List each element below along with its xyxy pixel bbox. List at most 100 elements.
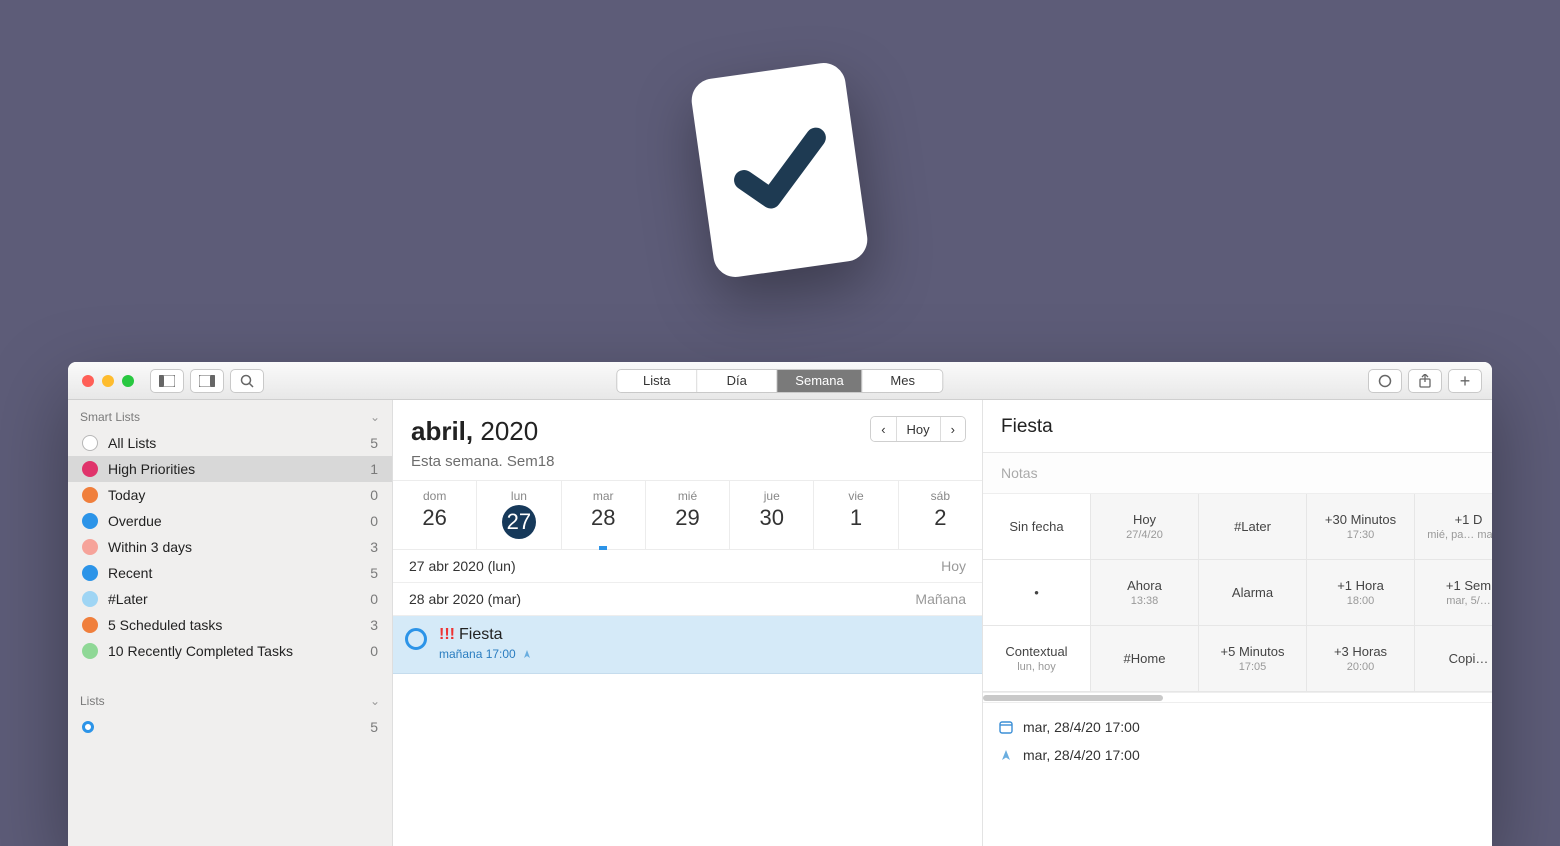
- week-next-button[interactable]: ›: [941, 417, 965, 441]
- chip-title: +5 Minutos: [1221, 644, 1285, 659]
- date-line[interactable]: mar, 28/4/20 17:00: [999, 713, 1476, 741]
- quick-date-chip[interactable]: +1 Hora18:00: [1307, 560, 1415, 626]
- sidebar-item[interactable]: All Lists5: [68, 430, 392, 456]
- date-lines: mar, 28/4/20 17:00mar, 28/4/20 17:00: [983, 703, 1492, 779]
- notes-field[interactable]: Notas: [983, 453, 1492, 494]
- sidebar-item[interactable]: Overdue0: [68, 508, 392, 534]
- window-controls: [82, 375, 134, 387]
- chip-sub: mar, 5/…: [1446, 595, 1491, 607]
- sidebar-item[interactable]: High Priorities1: [68, 456, 392, 482]
- fullscreen-window[interactable]: [122, 375, 134, 387]
- day-number: 29: [646, 505, 729, 531]
- close-window[interactable]: [82, 375, 94, 387]
- week-today-button[interactable]: Hoy: [897, 417, 941, 441]
- add-button[interactable]: +: [1448, 369, 1482, 393]
- sidebar-item-count: 0: [370, 487, 378, 503]
- sidebar-item[interactable]: 5 Scheduled tasks3: [68, 612, 392, 638]
- quick-date-chip[interactable]: Contextuallun, hoy: [983, 626, 1091, 692]
- view-tab-día[interactable]: Día: [697, 370, 777, 392]
- day-number: 26: [393, 505, 476, 531]
- quick-date-chip[interactable]: Sin fecha: [983, 494, 1091, 560]
- chip-sub: 18:00: [1347, 595, 1375, 607]
- chevron-down-icon: ⌄: [370, 694, 380, 708]
- quick-date-chip[interactable]: Hoy 27/4/20: [1091, 494, 1199, 560]
- quick-date-grid: Sin fecha Hoy 27/4/20 #Later+30 Minutos17:3…: [983, 494, 1492, 693]
- quick-date-chip[interactable]: #Later: [1199, 494, 1307, 560]
- sidebar-section-smartlists[interactable]: Smart Lists ⌄: [68, 400, 392, 430]
- chip-title: Hoy: [1133, 512, 1156, 527]
- chip-title: Alarma: [1232, 585, 1273, 600]
- quick-date-chip[interactable]: +5 Minutos17:05: [1199, 626, 1307, 692]
- titlebar: ListaDíaSemanaMes +: [68, 362, 1492, 400]
- sidebar-item[interactable]: Today0: [68, 482, 392, 508]
- chip-sub: 27/4/20: [1126, 529, 1163, 541]
- sidebar-item-label: #Later: [108, 591, 148, 607]
- sidebar-item[interactable]: #Later0: [68, 586, 392, 612]
- chip-title: +1 Sem: [1446, 578, 1491, 593]
- quick-date-chip[interactable]: +3 Horas20:00: [1307, 626, 1415, 692]
- sidebar-toggle-button[interactable]: [150, 369, 184, 393]
- sidebar-right-icon: [199, 375, 215, 387]
- chips-scrollbar[interactable]: [983, 693, 1492, 703]
- quick-date-chip[interactable]: +30 Minutos17:30: [1307, 494, 1415, 560]
- alarm-icon: [1000, 749, 1012, 761]
- chip-title: #Home: [1124, 651, 1166, 666]
- minimize-window[interactable]: [102, 375, 114, 387]
- day-cell[interactable]: vie1: [814, 481, 898, 549]
- day-cell[interactable]: mié29: [646, 481, 730, 549]
- chevron-down-icon: ⌄: [370, 410, 380, 424]
- sidebar-item-label: High Priorities: [108, 461, 195, 477]
- quick-date-chip[interactable]: Ahora13:38: [1091, 560, 1199, 626]
- sidebar-list-item[interactable]: 5: [68, 714, 392, 740]
- quick-date-chip[interactable]: •: [983, 560, 1091, 626]
- quick-date-chip[interactable]: +1 Sem mar, 5/…: [1415, 560, 1492, 626]
- agenda: 27 abr 2020 (lun)Hoy28 abr 2020 (mar)Mañ…: [393, 550, 982, 846]
- day-cell[interactable]: mar28: [562, 481, 646, 549]
- search-button[interactable]: [230, 369, 264, 393]
- sync-button[interactable]: [1368, 369, 1402, 393]
- view-tab-semana[interactable]: Semana: [777, 370, 862, 392]
- task-row[interactable]: !!!Fiesta mañana 17:00: [393, 616, 982, 674]
- list-dot-icon: [82, 721, 94, 733]
- quick-date-chip[interactable]: Alarma: [1199, 560, 1307, 626]
- day-number: 27: [502, 505, 536, 539]
- sidebar-item-label: Within 3 days: [108, 539, 192, 555]
- week-panel: abril, 2020 Esta semana. Sem18 ‹ Hoy › d…: [393, 400, 983, 846]
- priority-icon: [82, 461, 98, 477]
- day-number: 2: [899, 505, 982, 531]
- share-button[interactable]: [1408, 369, 1442, 393]
- day-cell[interactable]: dom 26: [393, 481, 477, 549]
- sidebar-item[interactable]: Within 3 days3: [68, 534, 392, 560]
- day-cell[interactable]: jue30: [730, 481, 814, 549]
- within-icon: [82, 539, 98, 555]
- checkmark-icon: [719, 118, 840, 222]
- sidebar-item[interactable]: 10 Recently Completed Tasks0: [68, 638, 392, 664]
- view-tab-mes[interactable]: Mes: [863, 370, 943, 392]
- sidebar-section-lists[interactable]: Lists ⌄: [68, 684, 392, 714]
- week-prev-button[interactable]: ‹: [871, 417, 896, 441]
- day-name: dom: [393, 489, 476, 503]
- chip-title: Ahora: [1127, 578, 1162, 593]
- agenda-date: 27 abr 2020 (lun): [409, 558, 516, 574]
- day-name: mar: [562, 489, 645, 503]
- sidebar-item-count: 5: [370, 565, 378, 581]
- week-subtitle: Esta semana. Sem18: [411, 453, 964, 470]
- sidebar-item-count: 5: [370, 435, 378, 451]
- sidebar-item[interactable]: Recent5: [68, 560, 392, 586]
- day-cell[interactable]: sáb2: [899, 481, 982, 549]
- day-cell[interactable]: lun 27: [477, 481, 561, 549]
- detail-toggle-button[interactable]: [190, 369, 224, 393]
- quick-date-chip[interactable]: Copi…: [1415, 626, 1492, 692]
- agenda-date-row[interactable]: 27 abr 2020 (lun)Hoy: [393, 550, 982, 583]
- quick-date-chip[interactable]: +1 Dmié, pa… mañ…: [1415, 494, 1492, 560]
- date-line[interactable]: mar, 28/4/20 17:00: [999, 741, 1476, 769]
- done-icon: [82, 643, 98, 659]
- chip-sub: 17:30: [1347, 529, 1375, 541]
- day-name: lun: [477, 489, 560, 503]
- day-name: jue: [730, 489, 813, 503]
- quick-date-chip[interactable]: #Home: [1091, 626, 1199, 692]
- view-tab-lista[interactable]: Lista: [617, 370, 697, 392]
- agenda-date-row[interactable]: 28 abr 2020 (mar)Mañana: [393, 583, 982, 616]
- sidebar-item-count: 0: [370, 513, 378, 529]
- task-checkbox[interactable]: [405, 628, 427, 650]
